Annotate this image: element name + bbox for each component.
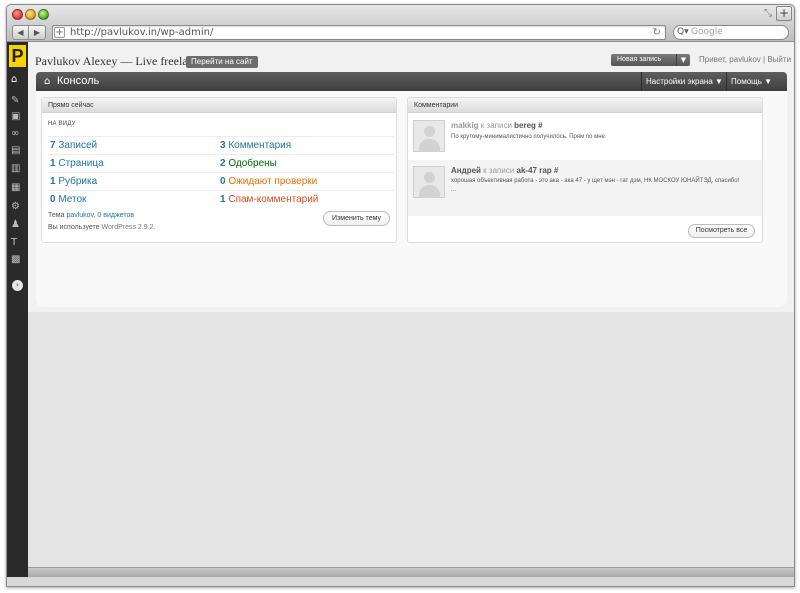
divider — [726, 72, 727, 91]
tools-icon[interactable]: T — [11, 237, 25, 249]
widget-title[interactable]: Прямо сейчас — [42, 98, 396, 113]
user-greeting: Привет, pavlukov | Выйти — [699, 54, 791, 66]
help-button[interactable]: Помощь ▼ — [731, 75, 772, 88]
comment-on: к записи — [480, 166, 517, 175]
theme-prefix: Тема — [48, 212, 67, 219]
status-bar — [28, 567, 794, 577]
settings-icon[interactable]: ▩ — [11, 254, 25, 266]
add-bookmark-icon[interactable]: + — [54, 27, 65, 38]
page-header-bar: ⌂ Консоль Настройки экрана ▼ Помощь ▼ — [36, 72, 787, 91]
approved-count-link[interactable]: 2 Одобрены — [220, 157, 277, 171]
table-row: 0 Меток 1 Спам-комментарий — [48, 190, 394, 208]
plugins-icon[interactable]: ⚙ — [11, 201, 25, 213]
posts-icon[interactable]: ✎ — [11, 95, 25, 107]
dashboard-icon[interactable]: ⌂ — [11, 74, 25, 86]
forward-button[interactable]: ▶ — [29, 25, 46, 40]
pages-icon[interactable]: ▤ — [11, 145, 25, 157]
comment-post-link[interactable]: ak-47 rap — [517, 166, 552, 175]
table-row: 1 Рубрика 0 Ожидают проверки — [48, 172, 394, 190]
comment-permalink[interactable]: # — [536, 121, 542, 130]
appearance-icon[interactable]: ▦ — [11, 182, 25, 194]
wp-version-text: Вы используете — [48, 224, 102, 231]
comment-author[interactable]: Андрей — [451, 166, 481, 175]
comment-post-link[interactable]: bereg — [514, 121, 536, 130]
visit-site-button[interactable]: Перейти на сайт — [186, 56, 258, 68]
theme-info: Тема pavlukov, 0 виджетов Вы используете… — [48, 210, 155, 234]
back-button[interactable]: ◀ — [12, 25, 29, 40]
logout-link[interactable]: Выйти — [767, 55, 791, 64]
chevron-down-icon[interactable]: ▼ — [676, 54, 690, 66]
collapse-menu-icon[interactable]: › — [12, 280, 23, 291]
table-row: 7 Записей 3 Комментария — [48, 136, 394, 154]
categories-count-link[interactable]: 1 Рубрика — [50, 175, 97, 189]
right-now-widget: Прямо сейчас На виду 7 Записей 3 Коммент… — [41, 97, 397, 243]
pages-count-link[interactable]: 1 Страница — [50, 157, 104, 171]
address-bar[interactable]: + http://pavlukov.in/wp-admin/ ↻ — [52, 25, 666, 40]
search-icon: Q▾ — [677, 27, 689, 37]
search-field[interactable]: Q▾ Google — [673, 25, 789, 40]
posts-count-link[interactable]: 7 Записей — [50, 139, 97, 153]
comment-header: makkig к записи bereg # — [451, 120, 543, 131]
url-text[interactable]: http://pavlukov.in/wp-admin/ — [70, 26, 213, 39]
links-icon[interactable]: ∞ — [11, 128, 25, 140]
comment-on: к записи — [478, 121, 515, 130]
user-link[interactable]: pavlukov — [729, 55, 761, 64]
spam-count-link[interactable]: 1 Спам-комментарий — [220, 193, 318, 207]
comments-icon[interactable]: ▥ — [11, 163, 25, 175]
site-title[interactable]: Pavlukov Alexey — Live freelance — [35, 54, 204, 69]
avatar — [413, 120, 445, 152]
greeting-prefix: Привет, — [699, 55, 730, 64]
comment-header: Андрей к записи ak-47 rap # — [451, 165, 558, 176]
close-window-button[interactable] — [12, 9, 23, 20]
dashboard-body: Прямо сейчас На виду 7 Записей 3 Коммент… — [36, 91, 787, 307]
zoom-window-button[interactable] — [38, 9, 49, 20]
site-logo[interactable]: P — [9, 45, 26, 67]
home-icon: ⌂ — [44, 76, 51, 87]
widget-title[interactable]: Комментарии — [408, 98, 762, 113]
resize-icon: ⤡ — [764, 8, 772, 19]
content-subheader: На виду — [48, 121, 76, 127]
browser-window: ⤡ + ◀ ▶ + http://pavlukov.in/wp-admin/ ↻… — [6, 4, 795, 587]
wp-version: WordPress 2.9.2 — [101, 224, 154, 231]
page-title: Консоль — [57, 75, 100, 87]
comment-text: По крутому-минималистично получилось. Пр… — [451, 134, 607, 140]
screen-options-button[interactable]: Настройки экрана ▼ — [646, 75, 723, 88]
search-placeholder: Google — [691, 27, 723, 37]
table-row: 1 Страница 2 Одобрены — [48, 154, 394, 172]
nav-buttons: ◀ ▶ — [12, 25, 46, 40]
comments-count-link[interactable]: 3 Комментария — [220, 139, 291, 153]
divider — [641, 72, 642, 91]
media-icon[interactable]: ▣ — [11, 111, 25, 123]
theme-link[interactable]: pavlukov, 0 виджетов — [66, 212, 134, 219]
new-post-label: Новая запись — [617, 56, 662, 63]
tags-count-link[interactable]: 0 Меток — [50, 193, 86, 207]
new-post-button[interactable]: Новая запись ▼ — [611, 54, 690, 66]
avatar — [413, 166, 445, 198]
comment-author[interactable]: makkig — [451, 121, 479, 130]
wp-version-suffix: . — [153, 224, 156, 231]
minimize-window-button[interactable] — [25, 9, 36, 20]
comment-item: Андрей к записи ak-47 rap # хорошая объе… — [408, 160, 762, 216]
change-theme-button[interactable]: Изменить тему — [323, 211, 390, 226]
new-tab-button[interactable]: + — [776, 6, 792, 21]
comment-text: хорошая объективная работа - это ака - а… — [451, 178, 740, 193]
users-icon[interactable]: ♟ — [11, 219, 25, 231]
admin-menu: P ⌂ ✎ ▣ ∞ ▤ ▥ ▦ ⚙ ♟ T ▩ › — [7, 42, 28, 577]
stats-table: 7 Записей 3 Комментария 1 Страница 2 Одо… — [48, 136, 394, 208]
comment-item: makkig к записи bereg # По крутому-миним… — [408, 114, 762, 160]
pending-count-link[interactable]: 0 Ожидают проверки — [220, 175, 317, 189]
reload-icon[interactable]: ↻ — [653, 26, 661, 39]
view-all-comments-button[interactable]: Посмотреть все — [688, 224, 755, 238]
browser-toolbar: ⤡ + ◀ ▶ + http://pavlukov.in/wp-admin/ ↻… — [7, 5, 794, 42]
comment-permalink[interactable]: # — [552, 166, 558, 175]
admin-content: Pavlukov Alexey — Live freelance Перейти… — [28, 42, 794, 577]
recent-comments-widget: Комментарии makkig к записи bereg # По к… — [407, 97, 763, 243]
